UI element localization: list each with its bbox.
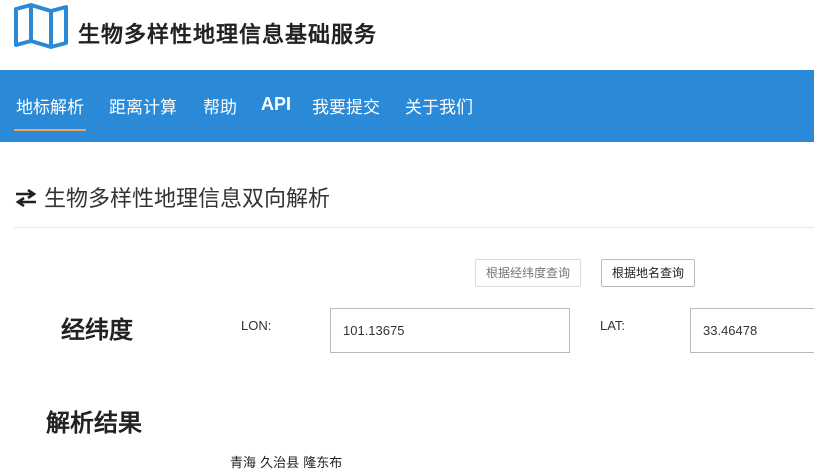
nav-item-help[interactable]: 帮助 bbox=[203, 93, 237, 118]
main-navbar: 地标解析 距离计算 帮助 API 我要提交 关于我们 bbox=[0, 70, 814, 142]
result-label: 解析结果 bbox=[46, 408, 142, 437]
nav-item-distance[interactable]: 距离计算 bbox=[109, 93, 177, 118]
site-header: 生物多样性地理信息基础服务 bbox=[0, 0, 814, 70]
nav-item-submit[interactable]: 我要提交 bbox=[312, 93, 380, 118]
nav-item-api[interactable]: API bbox=[261, 94, 291, 115]
site-title[interactable]: 生物多样性地理信息基础服务 bbox=[78, 17, 377, 49]
nav-item-geocode[interactable]: 地标解析 bbox=[14, 93, 86, 131]
nav-item-about[interactable]: 关于我们 bbox=[405, 93, 473, 118]
swap-arrows-icon bbox=[15, 189, 37, 207]
section-heading: 生物多样性地理信息双向解析 bbox=[14, 181, 330, 213]
query-by-coordinates-button[interactable]: 根据经纬度查询 bbox=[475, 259, 582, 287]
lon-input[interactable]: 101.13675 bbox=[330, 308, 570, 353]
result-text: 青海 久治县 隆东布 bbox=[230, 456, 343, 471]
section-divider bbox=[14, 227, 814, 228]
query-by-place-name-button[interactable]: 根据地名查询 bbox=[601, 259, 696, 287]
section-heading-text: 生物多样性地理信息双向解析 bbox=[44, 187, 331, 212]
coordinates-label: 经纬度 bbox=[61, 315, 133, 344]
lat-input[interactable]: 33.46478 bbox=[690, 308, 814, 353]
lon-label: LON: bbox=[241, 318, 272, 333]
folded-map-icon[interactable] bbox=[13, 3, 69, 49]
lat-label: LAT: bbox=[600, 318, 626, 333]
